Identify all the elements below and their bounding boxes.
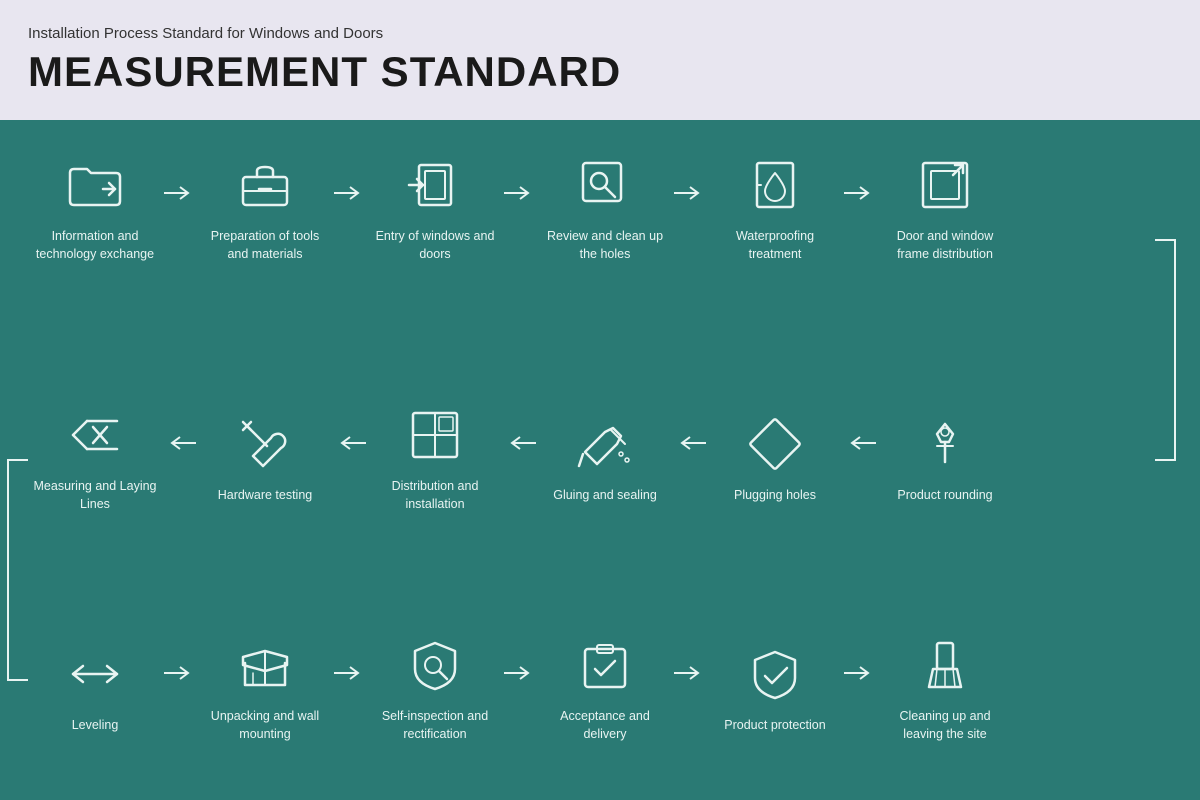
- step-entry-windows: Entry of windows and doors: [370, 150, 500, 263]
- step-self-inspect: Self-inspection and rectification: [370, 630, 500, 743]
- inspect-icon: [400, 630, 470, 700]
- step-waterproofing: Waterproofing treatment: [710, 150, 840, 263]
- arrow-2: [334, 183, 366, 203]
- step-product-round: Product rounding: [880, 409, 1010, 505]
- arrow-9: [674, 433, 706, 453]
- step-self-inspect-label: Self-inspection and rectification: [370, 708, 500, 743]
- step-product-protect: Product protection: [710, 639, 840, 735]
- step-prep-tools-label: Preparation of tools and materials: [200, 228, 330, 263]
- arrow-3: [504, 183, 536, 203]
- step-hardware: Hardware testing: [200, 409, 330, 505]
- magnifier-icon: [570, 150, 640, 220]
- broom-icon: [910, 630, 980, 700]
- step-measuring-label: Measuring and Laying Lines: [30, 478, 160, 513]
- step-gluing: Gluing and sealing: [540, 409, 670, 505]
- arrow-6: [164, 433, 196, 453]
- frame-icon: [910, 150, 980, 220]
- step-dist-install: Distribution and installation: [370, 400, 500, 513]
- step-unpacking: Unpacking and wall mounting: [200, 630, 330, 743]
- step-unpacking-label: Unpacking and wall mounting: [200, 708, 330, 743]
- step-frame-dist-label: Door and window frame distribution: [880, 228, 1010, 263]
- step-measuring: Measuring and Laying Lines: [30, 400, 160, 513]
- arrow-7: [334, 433, 366, 453]
- arrow-14: [674, 663, 706, 683]
- waterproof-icon: [740, 150, 810, 220]
- row2: Measuring and Laying Lines Hardware test…: [30, 400, 1010, 513]
- step-review-holes-label: Review and clean up the holes: [540, 228, 670, 263]
- step-acceptance: Acceptance and delivery: [540, 630, 670, 743]
- step-cleanup-label: Cleaning up and leaving the site: [880, 708, 1010, 743]
- step-leveling-label: Leveling: [72, 717, 119, 735]
- header: Installation Process Standard for Window…: [0, 0, 1200, 120]
- step-dist-install-label: Distribution and installation: [370, 478, 500, 513]
- arrow-15: [844, 663, 876, 683]
- step-info-tech: Information and technology exchange: [30, 150, 160, 263]
- entry-icon: [400, 150, 470, 220]
- arrow-1: [164, 183, 196, 203]
- step-cleanup: Cleaning up and leaving the site: [880, 630, 1010, 743]
- arrow-5: [844, 183, 876, 203]
- arrow-13: [504, 663, 536, 683]
- arrow-12: [334, 663, 366, 683]
- main-content: Information and technology exchange Prep…: [0, 120, 1200, 800]
- step-entry-windows-label: Entry of windows and doors: [370, 228, 500, 263]
- accept-icon: [570, 630, 640, 700]
- step-plugging-label: Plugging holes: [734, 487, 816, 505]
- step-acceptance-label: Acceptance and delivery: [540, 708, 670, 743]
- step-review-holes: Review and clean up the holes: [540, 150, 670, 263]
- step-product-round-label: Product rounding: [897, 487, 992, 505]
- grid-icon: [400, 400, 470, 470]
- step-info-tech-label: Information and technology exchange: [30, 228, 160, 263]
- row1: Information and technology exchange Prep…: [30, 150, 1010, 263]
- step-prep-tools: Preparation of tools and materials: [200, 150, 330, 263]
- step-hardware-label: Hardware testing: [218, 487, 313, 505]
- step-leveling: Leveling: [30, 639, 160, 735]
- step-plugging: Plugging holes: [710, 409, 840, 505]
- arrow-11: [164, 663, 196, 683]
- protect-icon: [740, 639, 810, 709]
- step-frame-dist: Door and window frame distribution: [880, 150, 1010, 263]
- header-subtitle: Installation Process Standard for Window…: [28, 25, 1172, 42]
- header-title: MEASUREMENT STANDARD: [28, 48, 1172, 96]
- level-icon: [60, 639, 130, 709]
- unpack-icon: [230, 630, 300, 700]
- pin-icon: [910, 409, 980, 479]
- arrow-10: [844, 433, 876, 453]
- wrench-icon: [230, 409, 300, 479]
- step-waterproofing-label: Waterproofing treatment: [710, 228, 840, 263]
- plug-icon: [740, 409, 810, 479]
- folder-icon: [60, 150, 130, 220]
- measure-icon: [60, 400, 130, 470]
- arrow-8: [504, 433, 536, 453]
- glue-icon: [570, 409, 640, 479]
- toolbox-icon: [230, 150, 300, 220]
- row3: Leveling Unpacking and wall mounting: [30, 630, 1010, 743]
- step-gluing-label: Gluing and sealing: [553, 487, 657, 505]
- step-product-protect-label: Product protection: [724, 717, 825, 735]
- arrow-4: [674, 183, 706, 203]
